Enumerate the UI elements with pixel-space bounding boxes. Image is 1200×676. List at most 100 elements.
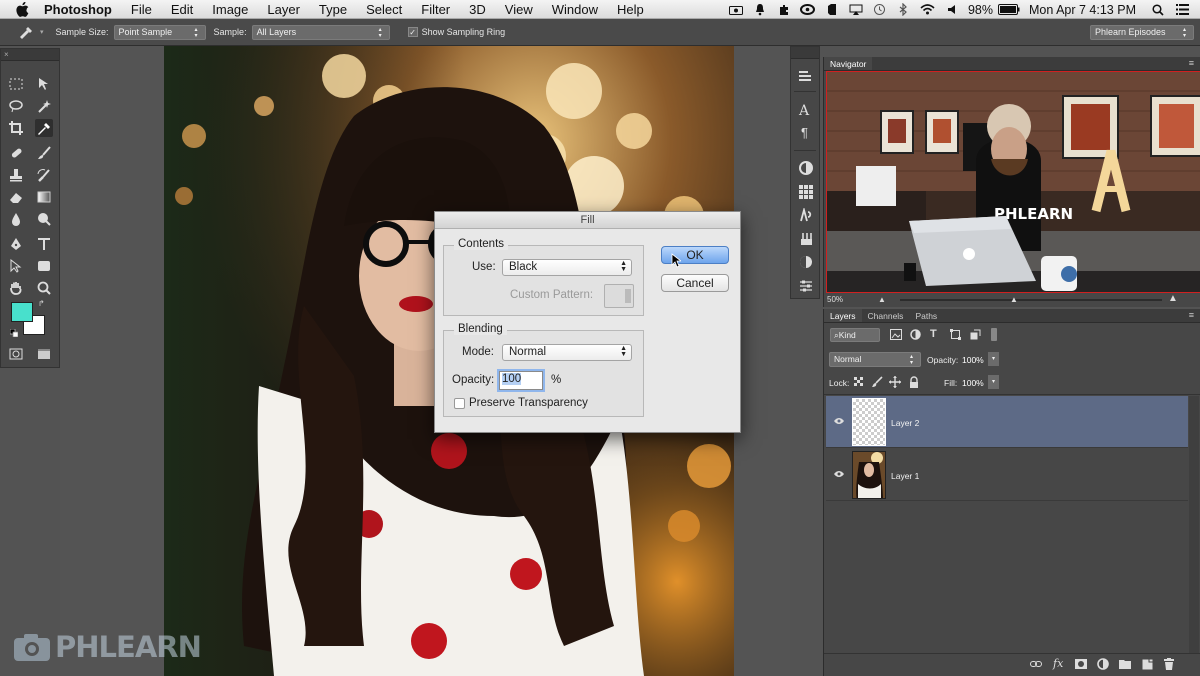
filter-smart-object-icon[interactable] (970, 329, 981, 343)
navigator-thumbnail[interactable]: PHLEARN (826, 71, 1200, 293)
eyedropper-tool-preset-icon[interactable] (18, 23, 40, 41)
zoom-out-icon[interactable]: ▲ (878, 293, 886, 307)
menu-layer[interactable]: Layer (267, 2, 300, 17)
notification-bell-icon[interactable] (752, 3, 768, 17)
swatches-panel-icon[interactable] (799, 185, 813, 202)
layers-panel-menu-icon[interactable]: ≡ (1189, 310, 1194, 320)
dialog-title[interactable]: Fill (435, 212, 740, 229)
fill-dropdown-icon[interactable]: ▾ (988, 375, 999, 389)
swap-colors-icon[interactable]: ↱ (38, 299, 45, 308)
eyedropper-tool-icon[interactable] (35, 119, 53, 137)
screen-mode-icon[interactable] (35, 345, 53, 363)
zoom-slider-thumb[interactable]: ▲ (1010, 293, 1018, 307)
notification-center-icon[interactable] (1174, 3, 1190, 17)
workspace-select[interactable]: Phlearn Episodes (1090, 25, 1194, 40)
brush-presets-panel-icon[interactable] (799, 232, 813, 249)
filter-type-icon[interactable]: T (930, 328, 937, 340)
filter-pixel-icon[interactable] (890, 329, 902, 343)
rectangle-tool-icon[interactable] (35, 257, 53, 275)
sample-size-select[interactable]: Point Sample (113, 24, 206, 40)
evernote-icon[interactable] (824, 3, 840, 17)
bluetooth-icon[interactable] (896, 3, 912, 17)
layer-visibility-eye-icon[interactable] (833, 469, 845, 481)
layer-name[interactable]: Layer 1 (891, 471, 919, 481)
custom-pattern-picker[interactable] (604, 284, 634, 308)
strip-header[interactable] (791, 47, 819, 59)
type-tool-icon[interactable] (35, 235, 53, 253)
filter-toggle-icon[interactable] (991, 328, 997, 341)
menu-file[interactable]: File (131, 2, 152, 17)
lock-image-pixels-icon[interactable] (871, 376, 883, 391)
quick-mask-icon[interactable] (7, 345, 25, 363)
crop-tool-icon[interactable] (7, 119, 25, 137)
blur-tool-icon[interactable] (7, 210, 25, 228)
path-selection-tool-icon[interactable] (7, 257, 25, 275)
opacity-input[interactable]: 100 (499, 371, 543, 390)
layer-filter-select[interactable]: ⌕Kind (830, 328, 880, 342)
layer-name[interactable]: Layer 2 (891, 418, 919, 428)
menu-3d[interactable]: 3D (469, 2, 486, 17)
preserve-transparency-checkbox[interactable] (454, 398, 465, 409)
lasso-tool-icon[interactable] (7, 97, 25, 115)
navigator-zoom-value[interactable]: 50% (827, 295, 843, 304)
clock[interactable]: Mon Apr 7 4:13 PM (1029, 3, 1136, 17)
apple-icon[interactable] (14, 1, 30, 17)
layer-style-fx-icon[interactable]: fx (1053, 657, 1063, 670)
styles-panel-icon[interactable] (799, 206, 813, 225)
spotlight-search-icon[interactable] (1150, 3, 1166, 17)
zoom-tool-icon[interactable] (35, 279, 53, 297)
creative-cloud-icon[interactable] (800, 3, 816, 17)
airplay-icon[interactable] (848, 3, 864, 17)
menu-image[interactable]: Image (212, 2, 248, 17)
layer-thumbnail-transparent[interactable] (852, 398, 886, 446)
menu-window[interactable]: Window (552, 2, 598, 17)
move-tool-icon[interactable] (35, 75, 53, 93)
zoom-in-icon[interactable]: ▲ (1168, 292, 1178, 306)
filter-shape-icon[interactable] (950, 329, 961, 343)
history-brush-tool-icon[interactable] (35, 166, 53, 184)
link-layers-icon[interactable] (1030, 659, 1042, 672)
tab-paths[interactable]: Paths (909, 309, 943, 322)
pen-tool-icon[interactable] (7, 235, 25, 253)
battery-icon[interactable] (997, 3, 1021, 17)
default-colors-icon[interactable] (9, 328, 19, 338)
tab-channels[interactable]: Channels (862, 309, 910, 322)
character-panel-icon[interactable]: A (799, 103, 809, 119)
layer-opacity-field[interactable]: 100% (962, 355, 984, 365)
history-panel-icon[interactable] (798, 69, 812, 86)
new-layer-icon[interactable] (1142, 658, 1153, 673)
navigator-view-box[interactable] (826, 71, 1200, 293)
menu-help[interactable]: Help (617, 2, 644, 17)
mode-select[interactable]: Normal ▲ ▼ (502, 344, 632, 361)
menu-type[interactable]: Type (319, 2, 347, 17)
paragraph-panel-icon[interactable]: ¶ (801, 125, 808, 140)
layer-row-layer-2[interactable]: Layer 2 (826, 396, 1188, 448)
layer-row-layer-1[interactable]: Layer 1 (826, 449, 1188, 501)
puzzle-icon[interactable] (776, 3, 792, 17)
tab-layers[interactable]: Layers (824, 309, 862, 322)
blend-mode-select[interactable]: Normal (829, 352, 921, 367)
sample-select[interactable]: All Layers (251, 24, 390, 40)
magic-wand-tool-icon[interactable] (35, 97, 53, 115)
volume-icon[interactable] (944, 3, 960, 17)
use-select[interactable]: Black ▲ ▼ (502, 259, 632, 276)
menu-photoshop[interactable]: Photoshop (44, 2, 112, 17)
menu-edit[interactable]: Edit (171, 2, 193, 17)
panel-menu-icon[interactable]: ≡ (1189, 58, 1194, 68)
zoom-slider[interactable]: ▲ (900, 295, 1162, 304)
marquee-tool-icon[interactable] (7, 75, 25, 93)
add-layer-mask-icon[interactable] (1075, 659, 1087, 672)
layers-scrollbar[interactable] (1189, 396, 1199, 653)
filter-adjustment-icon[interactable] (910, 329, 921, 343)
wifi-icon[interactable] (920, 3, 936, 17)
eraser-tool-icon[interactable] (7, 188, 25, 206)
cancel-button[interactable]: Cancel (661, 274, 729, 292)
gradient-tool-icon[interactable] (35, 188, 53, 206)
layer-thumbnail-photo[interactable] (852, 451, 886, 499)
properties-panel-icon[interactable] (799, 279, 813, 296)
lock-all-icon[interactable] (909, 376, 919, 391)
lock-transparent-pixels-icon[interactable] (854, 377, 864, 390)
layer-visibility-eye-icon[interactable] (833, 416, 845, 428)
hand-tool-icon[interactable] (7, 279, 25, 297)
new-adjustment-layer-icon[interactable] (1097, 658, 1109, 673)
